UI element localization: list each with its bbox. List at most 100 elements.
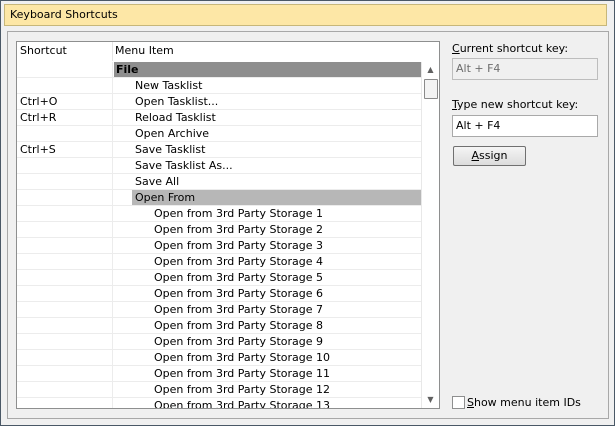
menu-item-label: Open from 3rd Party Storage 9 [154, 335, 324, 348]
list-item[interactable]: Open from 3rd Party Storage 9 [17, 334, 422, 350]
list-item[interactable]: Open from 3rd Party Storage 2 [17, 222, 422, 238]
menu-item-label: Open from 3rd Party Storage 13 [154, 399, 331, 408]
shortcut-cell [17, 382, 113, 397]
menu-item-cell: Open Tasklist... [113, 94, 422, 109]
menu-item-cell: Open from 3rd Party Storage 10 [113, 350, 422, 365]
show-ids-label[interactable]: Show menu item IDs [467, 396, 581, 409]
chevron-down-icon[interactable]: ▼ [422, 392, 439, 408]
menu-item-cell: Open from 3rd Party Storage 3 [113, 238, 422, 253]
shortcut-cell [17, 286, 113, 301]
current-shortcut-field: Alt + F4 [452, 58, 598, 80]
menu-item-label: Open From [135, 191, 196, 204]
menu-item-cell: Open from 3rd Party Storage 1 [113, 206, 422, 221]
menu-item-label: Open from 3rd Party Storage 7 [154, 303, 324, 316]
menu-item-label: Open from 3rd Party Storage 8 [154, 319, 324, 332]
menu-item-cell: Open from 3rd Party Storage 7 [113, 302, 422, 317]
menu-item-cell: File [113, 62, 422, 77]
menu-item-label: Open Archive [135, 127, 210, 140]
shortcut-cell [17, 206, 113, 221]
shortcut-cell [17, 126, 113, 141]
menu-item-label: Open from 3rd Party Storage 10 [154, 351, 331, 364]
list-item[interactable]: Open from 3rd Party Storage 6 [17, 286, 422, 302]
shortcut-cell [17, 318, 113, 333]
menu-item-label: Open from 3rd Party Storage 6 [154, 287, 324, 300]
column-header-shortcut[interactable]: Shortcut [20, 44, 67, 57]
assign-button[interactable]: Assign [453, 146, 526, 166]
menu-item-cell: Save Tasklist As... [113, 158, 422, 173]
list-item[interactable]: Open from 3rd Party Storage 1 [17, 206, 422, 222]
menu-item-label: Open from 3rd Party Storage 4 [154, 255, 324, 268]
menu-item-label: Open from 3rd Party Storage 3 [154, 239, 324, 252]
menu-item-label: Open from 3rd Party Storage 12 [154, 383, 331, 396]
shortcut-cell [17, 238, 113, 253]
shortcut-cell [17, 302, 113, 317]
new-shortcut-input[interactable]: Alt + F4 [452, 115, 598, 137]
vertical-scrollbar[interactable]: ▲ ▼ [421, 62, 439, 408]
list-item[interactable]: Open from 3rd Party Storage 5 [17, 270, 422, 286]
show-ids-checkbox[interactable] [452, 396, 465, 409]
list-item[interactable]: Open from 3rd Party Storage 8 [17, 318, 422, 334]
shortcut-cell: Ctrl+O [17, 94, 113, 109]
menu-item-label: Save Tasklist [135, 143, 206, 156]
list-item[interactable]: Ctrl+S Save Tasklist [17, 142, 422, 158]
list-item[interactable]: Open from 3rd Party Storage 13 [17, 398, 422, 408]
list-item[interactable]: Open from 3rd Party Storage 7 [17, 302, 422, 318]
list-item[interactable]: Open from 3rd Party Storage 12 [17, 382, 422, 398]
column-divider[interactable] [112, 42, 113, 61]
list-item[interactable]: New Tasklist [17, 78, 422, 94]
shortcut-cell [17, 174, 113, 189]
new-shortcut-label: Type new shortcut key: [452, 98, 579, 111]
menu-item-cell: Save All [113, 174, 422, 189]
menu-item-cell: Open from 3rd Party Storage 12 [113, 382, 422, 397]
shortcut-cell [17, 190, 113, 205]
shortcut-cell [17, 334, 113, 349]
title-bar: Keyboard Shortcuts [4, 4, 607, 26]
shortcut-cell [17, 78, 113, 93]
menu-item-cell: Save Tasklist [113, 142, 422, 157]
shortcut-cell [17, 398, 113, 408]
list-item[interactable]: Ctrl+R Reload Tasklist [17, 110, 422, 126]
menu-item-label: Open from 3rd Party Storage 2 [154, 223, 324, 236]
current-shortcut-label: Current shortcut key: [452, 42, 569, 55]
menu-item-label: Open from 3rd Party Storage 11 [154, 367, 331, 380]
menu-item-cell: Open From [113, 190, 422, 205]
shortcut-cell [17, 350, 113, 365]
menu-item-cell: Open from 3rd Party Storage 9 [113, 334, 422, 349]
menu-item-cell: Open from 3rd Party Storage 11 [113, 366, 422, 381]
list-item[interactable]: File [17, 62, 422, 78]
shortcut-cell: Ctrl+S [17, 142, 113, 157]
shortcut-cell [17, 158, 113, 173]
shortcut-list[interactable]: Shortcut Menu Item File New Tasklist Ctrl+… [16, 41, 440, 409]
shortcut-cell [17, 270, 113, 285]
list-item[interactable]: Open Archive [17, 126, 422, 142]
shortcut-cell [17, 366, 113, 381]
shortcut-cell [17, 254, 113, 269]
chevron-up-icon[interactable]: ▲ [422, 62, 439, 78]
list-item[interactable]: Open from 3rd Party Storage 11 [17, 366, 422, 382]
list-item[interactable]: Open from 3rd Party Storage 10 [17, 350, 422, 366]
scrollbar-thumb[interactable] [424, 79, 438, 99]
menu-item-cell: New Tasklist [113, 78, 422, 93]
menu-item-label: Save Tasklist As... [135, 159, 233, 172]
menu-item-cell: Open from 3rd Party Storage 2 [113, 222, 422, 237]
menu-item-label: Reload Tasklist [135, 111, 216, 124]
menu-item-cell: Open from 3rd Party Storage 6 [113, 286, 422, 301]
menu-item-cell: Open from 3rd Party Storage 8 [113, 318, 422, 333]
menu-item-cell: Open from 3rd Party Storage 4 [113, 254, 422, 269]
column-header-menu-item[interactable]: Menu Item [115, 44, 174, 57]
list-item[interactable]: Open from 3rd Party Storage 3 [17, 238, 422, 254]
menu-item-label: New Tasklist [135, 79, 203, 92]
menu-item-cell: Open Archive [113, 126, 422, 141]
menu-item-label: Open Tasklist... [135, 95, 219, 108]
menu-item-cell: Reload Tasklist [113, 110, 422, 125]
menu-item-label: Open from 3rd Party Storage 1 [154, 207, 324, 220]
list-rows: File New Tasklist Ctrl+O Open Tasklist... Ct… [17, 62, 422, 408]
list-item[interactable]: Save All [17, 174, 422, 190]
list-item[interactable]: Open From [17, 190, 422, 206]
menu-item-label: File [116, 63, 139, 76]
list-item[interactable]: Ctrl+O Open Tasklist... [17, 94, 422, 110]
shortcut-cell: Ctrl+R [17, 110, 113, 125]
menu-item-label: Save All [135, 175, 180, 188]
list-item[interactable]: Save Tasklist As... [17, 158, 422, 174]
list-item[interactable]: Open from 3rd Party Storage 4 [17, 254, 422, 270]
